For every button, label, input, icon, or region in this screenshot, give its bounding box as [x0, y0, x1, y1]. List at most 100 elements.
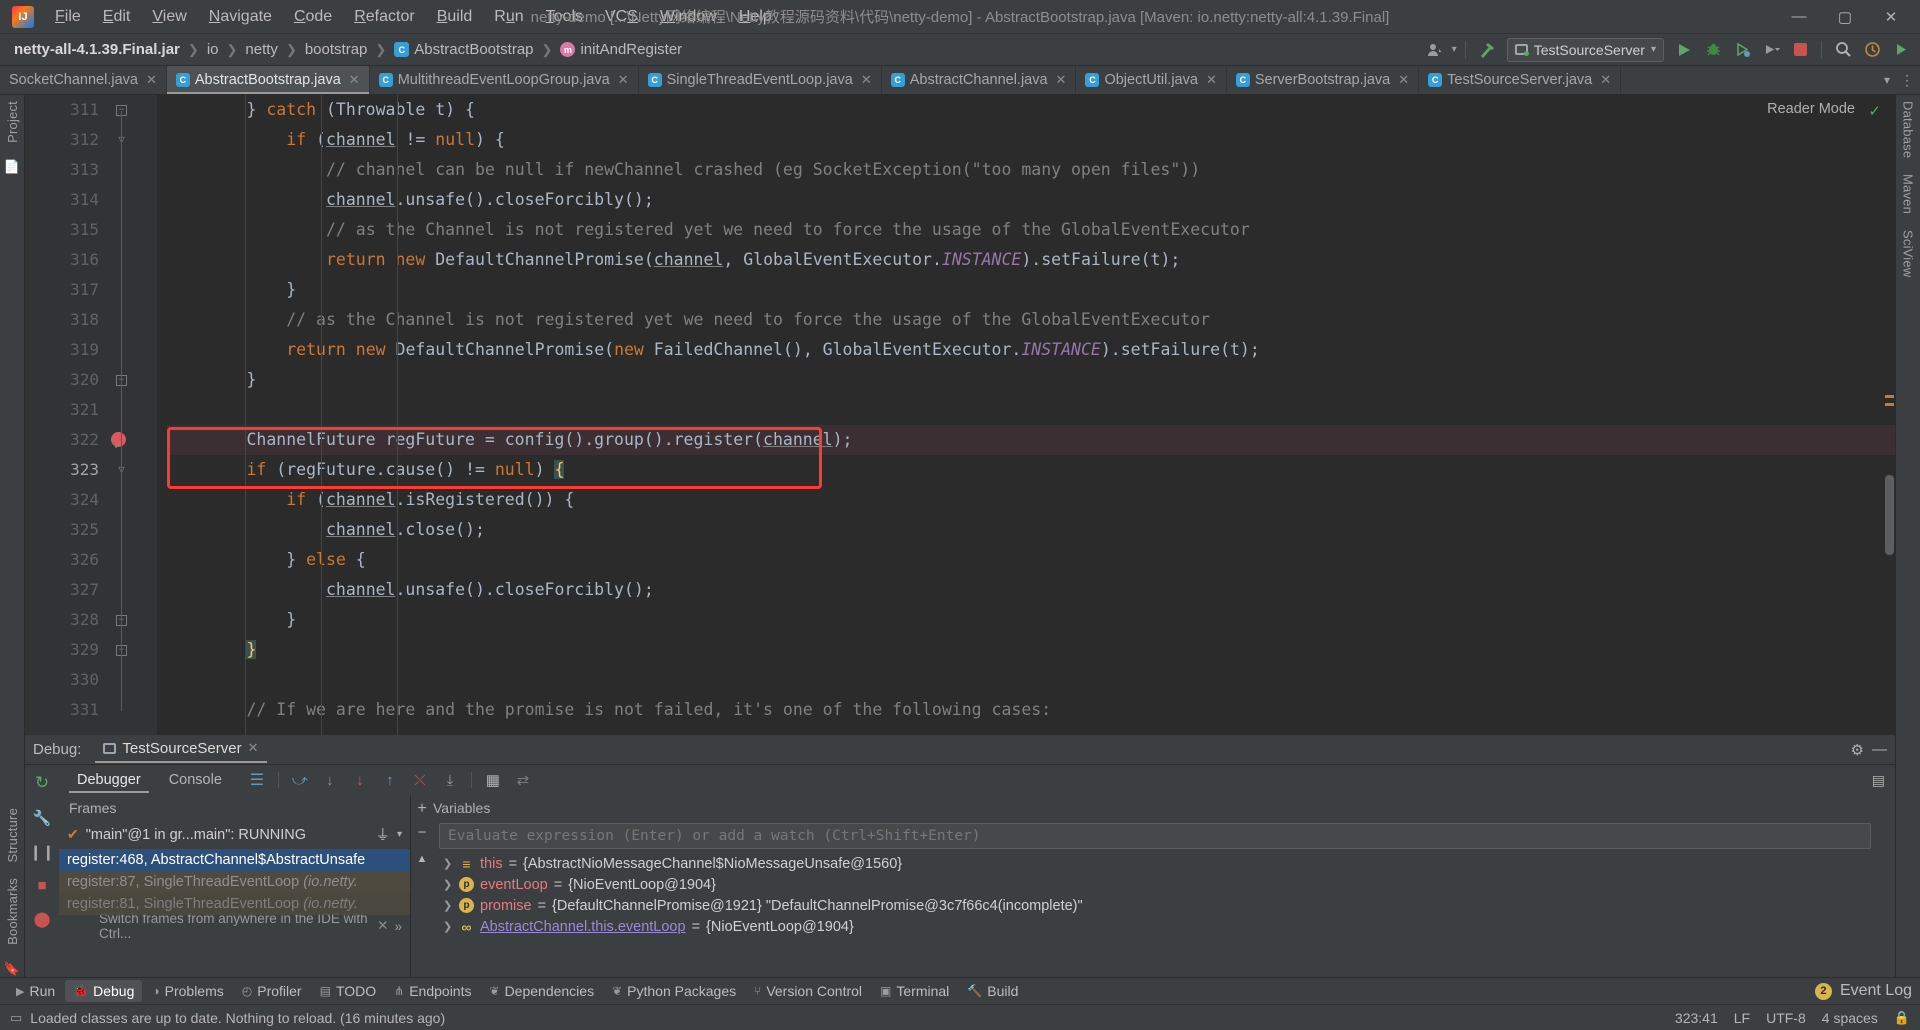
menu-edit[interactable]: Edit [92, 4, 142, 30]
menu-navigate[interactable]: Navigate [198, 4, 283, 30]
code-line[interactable]: channel.close(); [167, 515, 1895, 545]
tab-multithreadeventloopgroup[interactable]: C MultithreadEventLoopGroup.java ✕ [370, 66, 639, 94]
tab-testsourceserver[interactable]: C TestSourceServer.java ✕ [1419, 66, 1622, 94]
hide-icon[interactable]: ▭ [10, 1010, 22, 1026]
build-hammer-icon[interactable] [1474, 38, 1500, 62]
sidebar-item-sciview[interactable]: SciView [1901, 230, 1916, 277]
move-up-icon[interactable]: ▲ [417, 853, 428, 865]
remove-watch-icon[interactable]: − [418, 824, 427, 841]
editor-gutter[interactable]: 311−312▽313314315316317318319320−3213223… [25, 95, 157, 735]
tool-button-endpoints[interactable]: ⋔ Endpoints [386, 980, 479, 1002]
bookmark-icon[interactable]: 🔖 [4, 961, 20, 977]
menu-code[interactable]: Code [283, 4, 343, 30]
close-icon[interactable]: ✕ [1206, 72, 1217, 88]
code-line[interactable]: return new DefaultChannelPromise(new Fai… [167, 335, 1895, 365]
close-icon[interactable]: ✕ [349, 72, 360, 88]
minimize-button[interactable]: — [1776, 1, 1822, 33]
reader-mode-label[interactable]: Reader Mode [1767, 101, 1855, 117]
layout-settings-icon[interactable]: ▤ [1872, 772, 1885, 789]
variable-name[interactable]: AbstractChannel.this.eventLoop [480, 919, 686, 935]
code-line[interactable] [167, 395, 1895, 425]
layout-icon[interactable]: ☰ [248, 771, 266, 789]
close-icon[interactable]: ✕ [618, 72, 629, 88]
code-line[interactable]: // as the Channel is not registered yet … [167, 305, 1895, 335]
user-icon[interactable] [1423, 38, 1449, 62]
chevron-right-icon[interactable]: ❯ [443, 857, 453, 870]
drop-frame-icon[interactable]: ⤬ [411, 771, 429, 789]
tab-console[interactable]: Console [155, 768, 236, 793]
event-log-button[interactable]: Event Log [1840, 982, 1912, 1000]
run-button[interactable] [1671, 38, 1697, 62]
variable-row[interactable]: ❯ p eventLoop = {NioEventLoop@1904} [433, 874, 1879, 895]
tab-socketchannel[interactable]: SocketChannel.java ✕ [0, 66, 167, 94]
breadcrumb-netty[interactable]: netty [241, 39, 282, 60]
play-right-icon[interactable] [1888, 38, 1914, 62]
tab-serverbootstrap[interactable]: C ServerBootstrap.java ✕ [1227, 66, 1420, 94]
menu-build[interactable]: Build [426, 4, 484, 30]
code-line[interactable]: // as the Channel is not registered yet … [167, 215, 1895, 245]
breadcrumb-bootstrap[interactable]: bootstrap [301, 39, 372, 60]
code-line[interactable]: } [167, 635, 1895, 665]
stop-icon[interactable]: ■ [37, 877, 46, 894]
evaluate-expression-input[interactable]: Evaluate expression (Enter) or add a wat… [439, 823, 1871, 849]
code-line[interactable]: if (regFuture.cause() != null) { [167, 455, 1895, 485]
maximize-button[interactable]: ▢ [1822, 1, 1868, 33]
caret-position[interactable]: 323:41 [1675, 1010, 1718, 1026]
code-line[interactable]: } catch (Throwable t) { [167, 95, 1895, 125]
tool-button-version-control[interactable]: ⑂ Version Control [746, 980, 870, 1002]
editor-code-area[interactable]: } catch (Throwable t) { if (channel != n… [157, 95, 1895, 735]
menu-refactor[interactable]: Refactor [343, 4, 425, 30]
code-line[interactable] [167, 665, 1895, 695]
tool-button-profiler[interactable]: ◴ Profiler [234, 980, 310, 1002]
breadcrumb-io[interactable]: io [203, 39, 223, 60]
close-icon[interactable]: ✕ [377, 918, 388, 934]
code-line[interactable]: // If we are here and the promise is not… [167, 695, 1895, 725]
tool-button-python-packages[interactable]: ❦ Python Packages [604, 980, 744, 1002]
mute-breakpoints-icon[interactable]: ⬤ [34, 910, 51, 928]
step-over-icon[interactable]: ⤻ [291, 771, 309, 789]
sidebar-item-project[interactable]: Project [5, 101, 20, 143]
chevron-right-icon[interactable]: ❯ [443, 920, 453, 933]
frame-row[interactable]: register:81, SingleThreadEventLoop (io.n… [59, 893, 410, 915]
sidebar-item-maven[interactable]: Maven [1901, 174, 1916, 214]
tab-objectutil[interactable]: C ObjectUtil.java ✕ [1076, 66, 1227, 94]
tool-button-dependencies[interactable]: ❦ Dependencies [482, 980, 603, 1002]
tab-abstractbootstrap[interactable]: C AbstractBootstrap.java ✕ [166, 66, 370, 94]
chevron-right-icon[interactable]: ❯ [443, 899, 453, 912]
tool-button-build[interactable]: 🔨 Build [959, 980, 1026, 1002]
code-line[interactable]: return new DefaultChannelPromise(channel… [167, 245, 1895, 275]
breadcrumb-method[interactable]: m initAndRegister [556, 39, 686, 60]
wrench-icon[interactable]: 🔧 [33, 809, 52, 827]
stop-button[interactable] [1787, 38, 1813, 62]
gear-icon[interactable]: ⚙ [1851, 741, 1864, 759]
code-editor[interactable]: Reader Mode ✓ 311−312▽ 313 314 315 316 317 318… [25, 95, 1895, 735]
close-button[interactable]: ✕ [1868, 1, 1914, 33]
minimize-icon[interactable]: — [1872, 741, 1887, 758]
chevron-down-icon[interactable]: ▾ [1452, 44, 1457, 55]
close-icon[interactable]: ✕ [1398, 72, 1409, 88]
sidebar-item-bookmarks[interactable]: Bookmarks [5, 878, 20, 945]
sidebar-item-structure[interactable]: Structure [5, 808, 20, 863]
tab-singlethreadeventloop[interactable]: C SingleThreadEventLoop.java ✕ [639, 66, 882, 94]
step-into-icon[interactable]: ↓ [321, 771, 339, 789]
file-encoding[interactable]: UTF-8 [1766, 1010, 1806, 1026]
code-line[interactable]: } [167, 365, 1895, 395]
menu-tools[interactable]: Tools [535, 4, 594, 30]
variable-row[interactable]: ❯ ∞ AbstractChannel.this.eventLoop = {Ni… [433, 916, 1879, 937]
chevron-down-icon[interactable]: ▾ [1884, 73, 1890, 87]
add-watch-icon[interactable]: + [417, 800, 426, 818]
tab-abstractchannel[interactable]: C AbstractChannel.java ✕ [882, 66, 1077, 94]
pause-icon[interactable]: ❙❙ [29, 843, 54, 861]
code-line[interactable]: } [167, 275, 1895, 305]
force-step-into-icon[interactable]: ↓ [351, 771, 369, 789]
line-separator[interactable]: LF [1734, 1010, 1750, 1026]
breakpoint-icon[interactable] [111, 430, 126, 460]
indent-setting[interactable]: 4 spaces [1822, 1010, 1878, 1026]
sidebar-item-database[interactable]: Database [1901, 101, 1916, 158]
close-icon[interactable]: ✕ [146, 72, 157, 88]
tool-button-debug[interactable]: 🐞 Debug [65, 980, 143, 1002]
menu-run[interactable]: Run [483, 4, 534, 30]
code-line[interactable]: } else { [167, 545, 1895, 575]
code-line[interactable]: if (channel.isRegistered()) { [167, 485, 1895, 515]
menu-vcs[interactable]: VCS [594, 4, 649, 30]
